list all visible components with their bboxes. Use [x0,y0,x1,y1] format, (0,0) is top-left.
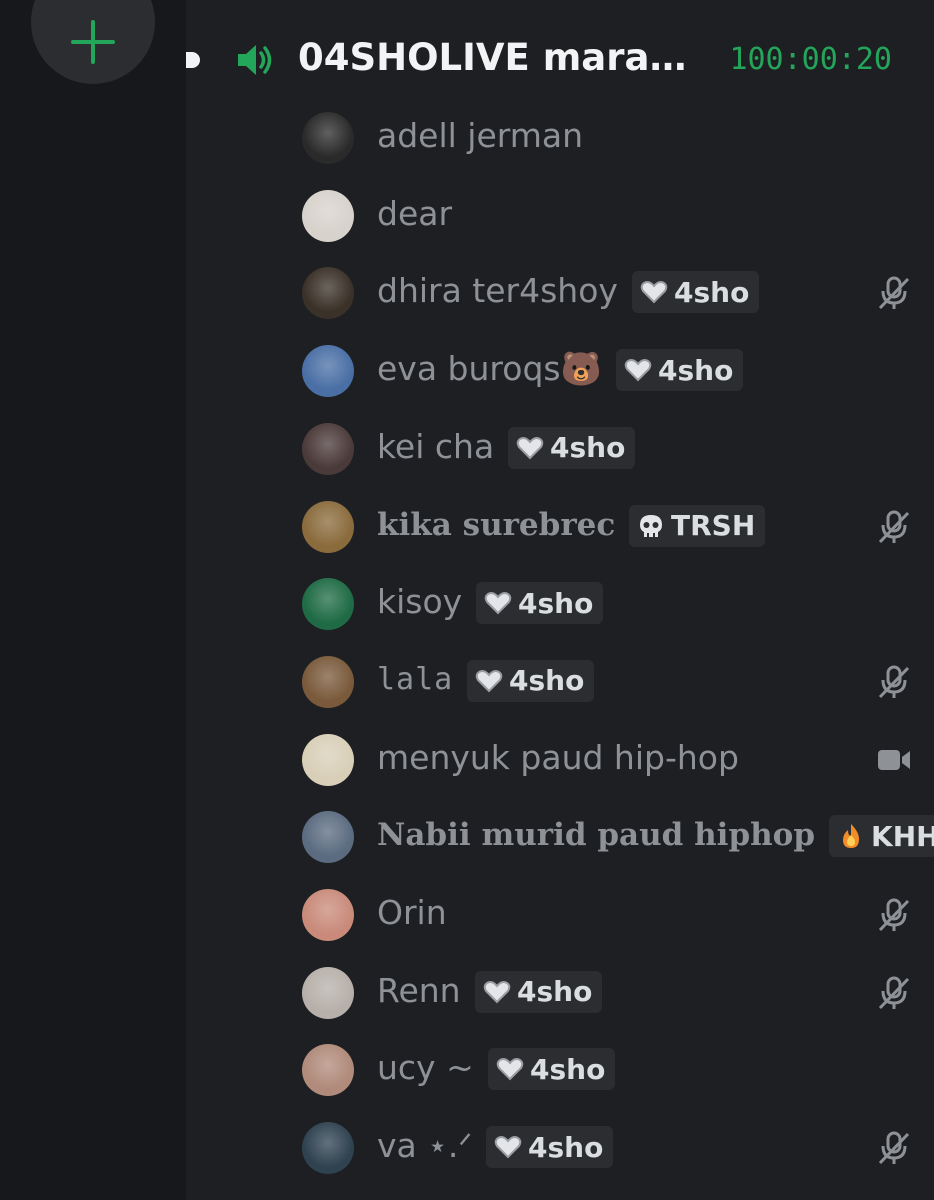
role-tag: TRSH [629,504,766,547]
voice-member[interactable]: va ⋆.ᐟ 4sho [302,1118,912,1178]
heart-icon [640,278,668,306]
voice-member[interactable]: menyuk paud hip-hop [302,730,912,790]
channel-panel: 04SHOLIVE marat... 100:00:20 adell jerma… [186,0,934,1200]
role-tag: KHH [829,815,934,858]
member-name: eva buroqs🐻 [377,349,602,389]
heart-icon [484,589,512,617]
role-tag: 4sho [488,1048,616,1091]
avatar[interactable] [302,1044,354,1097]
unread-indicator [186,52,200,68]
member-name: Orin [377,893,447,932]
avatar[interactable] [302,655,354,708]
member-name: va ⋆.ᐟ [377,1126,473,1166]
role-tag-label: 4sho [517,975,593,1009]
plus-icon [71,20,115,64]
avatar[interactable] [302,578,354,631]
voice-member[interactable]: lala 4sho [302,652,912,712]
member-name: ucy ~ [377,1048,474,1088]
role-tag-label: 4sho [509,664,585,698]
avatar[interactable] [302,500,354,553]
voice-member[interactable]: eva buroqs🐻 4sho [302,341,912,401]
add-server-button[interactable] [31,0,155,84]
muted-mic-icon [876,897,912,933]
voice-member[interactable]: kika surebrec TRSH [302,497,912,557]
skull-icon [637,512,665,540]
role-tag: 4sho [486,1126,614,1169]
avatar[interactable] [302,966,354,1019]
role-tag-label: 4sho [550,431,626,465]
speaker-icon [238,45,272,75]
voice-member[interactable]: adell jerman [302,108,912,168]
voice-channel[interactable]: 04SHOLIVE marat... 100:00:20 [186,30,934,90]
voice-member[interactable]: kisoy 4sho [302,574,912,634]
avatar[interactable] [302,267,354,320]
role-tag-label: 4sho [530,1052,606,1086]
avatar[interactable] [302,811,354,864]
role-tag: 4sho [632,271,760,314]
heart-icon [494,1133,522,1161]
member-name: lala [377,661,454,697]
role-tag: 4sho [475,970,603,1013]
avatar[interactable] [302,733,354,786]
role-tag: 4sho [508,426,636,469]
role-tag: 4sho [476,582,604,625]
voice-member[interactable]: kei cha 4sho [302,419,912,479]
heart-icon [516,434,544,462]
member-name: kika surebrec [377,506,616,543]
voice-member[interactable]: Nabii murid paud hiphop KHH [302,807,934,867]
role-tag-label: TRSH [671,509,756,542]
voice-member[interactable]: Renn 4sho [302,963,912,1023]
role-tag: 4sho [467,659,595,702]
muted-mic-icon [876,275,912,311]
role-tag-label: 4sho [658,353,734,387]
member-name: kisoy [377,582,463,622]
member-name: menyuk paud hip-hop [377,737,739,777]
role-tag-label: 4sho [674,275,750,309]
channel-timer: 100:00:20 [729,42,892,77]
avatar[interactable] [302,889,354,941]
video-camera-icon [876,742,912,778]
fire-icon [837,822,865,850]
voice-member[interactable]: dear [302,186,912,246]
role-tag-label: KHH [871,819,934,853]
member-name: dhira ter4shoy [377,271,618,311]
muted-mic-icon [876,664,912,700]
heart-icon [475,667,503,695]
member-name: dear [377,193,453,233]
muted-mic-icon [876,1130,912,1166]
avatar[interactable] [302,189,354,242]
voice-member[interactable]: dhira ter4shoy 4sho [302,263,912,323]
role-tag-label: 4sho [528,1130,604,1164]
heart-icon [624,356,652,384]
muted-mic-icon [876,975,912,1011]
heart-icon [496,1055,524,1083]
avatar[interactable] [302,422,354,475]
server-rail [0,0,186,1200]
role-tag: 4sho [616,349,744,392]
member-name: Nabii murid paud hiphop [377,817,816,854]
muted-mic-icon [876,509,912,545]
member-name: kei cha [377,426,495,466]
member-name: Renn [377,970,461,1010]
voice-member[interactable]: ucy ~ 4sho [302,1040,912,1100]
channel-name: 04SHOLIVE marat... [298,36,698,79]
role-tag-label: 4sho [518,586,594,620]
member-name: adell jerman [377,116,584,155]
avatar[interactable] [302,345,354,398]
avatar[interactable] [302,112,354,164]
avatar[interactable] [302,1122,354,1175]
heart-icon [483,978,511,1006]
voice-member[interactable]: Orin [302,885,912,945]
